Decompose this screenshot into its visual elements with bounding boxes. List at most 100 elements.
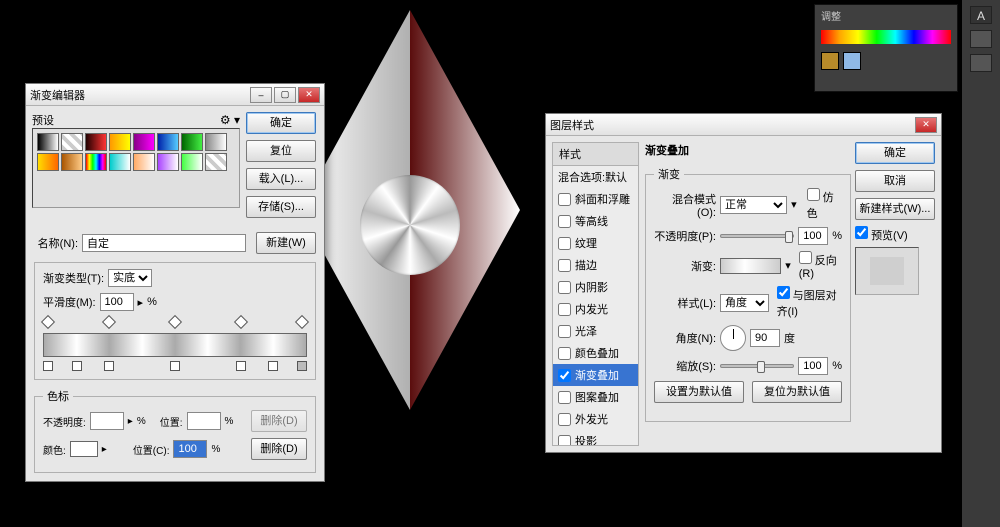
opacity-label2: 不透明度(P): bbox=[654, 228, 716, 244]
smooth-input[interactable] bbox=[100, 293, 134, 311]
style-checkbox[interactable] bbox=[558, 303, 571, 316]
preset-swatch[interactable] bbox=[37, 153, 59, 171]
reverse-checkbox[interactable] bbox=[799, 251, 812, 264]
metal-disc bbox=[360, 175, 460, 275]
gradient-editor-titlebar[interactable]: 渐变编辑器 – ▢ ✕ bbox=[26, 84, 324, 106]
preset-swatch[interactable] bbox=[133, 153, 155, 171]
bg-swatch[interactable] bbox=[843, 52, 861, 70]
gradient-bar[interactable] bbox=[43, 333, 307, 357]
preset-swatch[interactable] bbox=[157, 153, 179, 171]
style-item[interactable]: 颜色叠加 bbox=[553, 342, 638, 364]
style-item[interactable]: 图案叠加 bbox=[553, 386, 638, 408]
style-item[interactable]: 斜面和浮雕 bbox=[553, 188, 638, 210]
grad-dropdown-icon[interactable]: ▾ bbox=[785, 259, 791, 272]
section-title: 渐变叠加 bbox=[645, 142, 851, 158]
load-button[interactable]: 载入(L)... bbox=[246, 168, 316, 190]
paragraph-icon[interactable] bbox=[970, 30, 992, 48]
delete-opacity-stop: 删除(D) bbox=[251, 410, 307, 432]
set-default-button[interactable]: 设置为默认值 bbox=[654, 381, 744, 403]
save-button[interactable]: 存储(S)... bbox=[246, 196, 316, 218]
preview-checkbox[interactable] bbox=[855, 226, 868, 239]
preset-swatch[interactable] bbox=[133, 133, 155, 151]
ok-button[interactable]: 确定 bbox=[246, 112, 316, 134]
type-select[interactable]: 实底 bbox=[108, 269, 152, 287]
style-item[interactable]: 纹理 bbox=[553, 232, 638, 254]
delete-color-stop[interactable]: 删除(D) bbox=[251, 438, 307, 460]
style-checkbox[interactable] bbox=[558, 215, 571, 228]
style-checkbox[interactable] bbox=[558, 325, 571, 338]
style-item[interactable]: 渐变叠加 bbox=[553, 364, 638, 386]
preset-swatch[interactable] bbox=[85, 153, 107, 171]
blend-select[interactable]: 正常 bbox=[720, 196, 787, 214]
new-button[interactable]: 新建(W) bbox=[256, 232, 316, 254]
preset-swatch[interactable] bbox=[61, 133, 83, 151]
ok-button[interactable]: 确定 bbox=[855, 142, 935, 164]
preset-swatch[interactable] bbox=[61, 153, 83, 171]
preset-swatch[interactable] bbox=[157, 133, 179, 151]
layer-style-titlebar[interactable]: 图层样式 ✕ bbox=[546, 114, 941, 136]
preset-swatch[interactable] bbox=[181, 153, 203, 171]
color-swatch[interactable] bbox=[70, 441, 98, 457]
close-button[interactable]: ✕ bbox=[915, 117, 937, 133]
style-checkbox[interactable] bbox=[558, 435, 571, 447]
style-label: 样式(L): bbox=[654, 295, 716, 311]
style-checkbox[interactable] bbox=[558, 391, 571, 404]
align-checkbox[interactable] bbox=[777, 286, 790, 299]
style-checkbox[interactable] bbox=[558, 237, 571, 250]
styles-header[interactable]: 样式 bbox=[553, 143, 638, 166]
style-item[interactable]: 描边 bbox=[553, 254, 638, 276]
opacity-slider[interactable] bbox=[720, 234, 794, 238]
style-item[interactable]: 光泽 bbox=[553, 320, 638, 342]
style-checkbox[interactable] bbox=[558, 281, 571, 294]
style-item[interactable]: 内阴影 bbox=[553, 276, 638, 298]
style-item-label: 颜色叠加 bbox=[575, 345, 619, 361]
style-checkbox[interactable] bbox=[558, 193, 571, 206]
gradient-preview[interactable] bbox=[720, 258, 781, 274]
reset-button[interactable]: 复位 bbox=[246, 140, 316, 162]
style-item[interactable]: 投影 bbox=[553, 430, 638, 446]
preset-swatch[interactable] bbox=[37, 133, 59, 151]
adjust-tab[interactable]: 调整 bbox=[815, 5, 957, 26]
maximize-button[interactable]: ▢ bbox=[274, 87, 296, 103]
opacity-value[interactable] bbox=[798, 227, 828, 245]
fg-swatch[interactable] bbox=[821, 52, 839, 70]
smooth-dropdown-icon[interactable]: ▸ bbox=[138, 296, 144, 309]
style-item[interactable]: 内发光 bbox=[553, 298, 638, 320]
style-checkbox[interactable] bbox=[558, 413, 571, 426]
preset-swatch[interactable] bbox=[85, 133, 107, 151]
style-checkbox[interactable] bbox=[558, 259, 571, 272]
angle-dial[interactable] bbox=[720, 325, 746, 351]
cancel-button[interactable]: 取消 bbox=[855, 170, 935, 192]
pos2-input[interactable] bbox=[173, 440, 207, 458]
text-tool-icon[interactable]: A bbox=[970, 6, 992, 24]
opacity-stops-row[interactable] bbox=[43, 317, 307, 329]
preset-box[interactable] bbox=[32, 128, 240, 208]
style-select[interactable]: 角度 bbox=[720, 294, 769, 312]
scale-value[interactable] bbox=[798, 357, 828, 375]
style-item[interactable]: 等高线 bbox=[553, 210, 638, 232]
minimize-button[interactable]: – bbox=[250, 87, 272, 103]
style-item[interactable]: 混合选项:默认 bbox=[553, 166, 638, 188]
blend-dropdown-icon[interactable]: ▾ bbox=[791, 198, 797, 211]
preset-swatch[interactable] bbox=[181, 133, 203, 151]
name-input[interactable] bbox=[82, 234, 246, 252]
style-checkbox[interactable] bbox=[558, 369, 571, 382]
layer-style-title: 图层样式 bbox=[550, 117, 913, 133]
preset-swatch[interactable] bbox=[109, 153, 131, 171]
dither-checkbox[interactable] bbox=[807, 188, 820, 201]
style-item[interactable]: 外发光 bbox=[553, 408, 638, 430]
color-stops-row[interactable] bbox=[43, 361, 307, 373]
reset-default-button[interactable]: 复位为默认值 bbox=[752, 381, 842, 403]
type-label: 渐变类型(T): bbox=[43, 270, 104, 286]
preset-swatch[interactable] bbox=[205, 153, 227, 171]
new-style-button[interactable]: 新建样式(W)... bbox=[855, 198, 935, 220]
char-icon[interactable] bbox=[970, 54, 992, 72]
preset-swatch[interactable] bbox=[205, 133, 227, 151]
style-checkbox[interactable] bbox=[558, 347, 571, 360]
close-button[interactable]: ✕ bbox=[298, 87, 320, 103]
angle-value[interactable] bbox=[750, 329, 780, 347]
hue-strip[interactable] bbox=[821, 30, 951, 44]
scale-slider[interactable] bbox=[720, 364, 794, 368]
gear-icon[interactable]: ⚙ ▾ bbox=[220, 113, 240, 127]
preset-swatch[interactable] bbox=[109, 133, 131, 151]
